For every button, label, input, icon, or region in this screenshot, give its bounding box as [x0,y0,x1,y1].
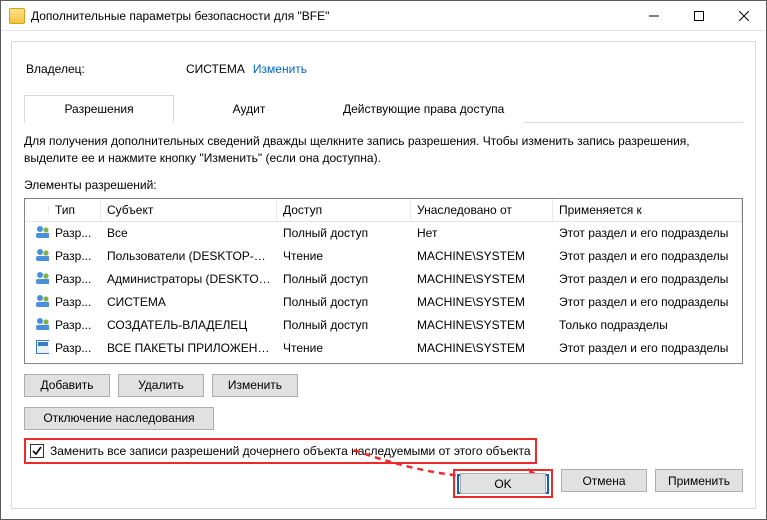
table-row[interactable]: Разр...Администраторы (DESKTOP-...Полный… [25,268,742,291]
dialog-content: Владелец: СИСТЕМА Изменить Разрешения Ау… [11,41,756,509]
row-icon [25,291,49,314]
cell-type: Разр... [49,270,101,288]
cell-subject: Все [101,224,277,242]
col-inherited[interactable]: Унаследовано от [411,199,553,221]
cell-inherited: Нет [411,224,553,242]
col-type[interactable]: Тип [49,199,101,221]
row-icon [25,337,49,360]
table-row[interactable]: Разр...ВСЕ ПАКЕТЫ ПРИЛОЖЕНИЙЧтениеMACHIN… [25,337,742,360]
cell-access: Чтение [277,339,411,357]
inherit-row: Отключение наследования [24,407,743,430]
window-title: Дополнительные параметры безопасности дл… [31,9,631,23]
cell-applies: Этот раздел и его подразделы [553,247,742,265]
cell-subject: Пользователи (DESKTOP-V5... [101,247,277,265]
replace-child-permissions-row[interactable]: Заменить все записи разрешений дочернего… [24,438,537,464]
cell-access: Полный доступ [277,270,411,288]
cell-type: Разр... [49,293,101,311]
maximize-button[interactable] [676,1,721,30]
row-icon [25,222,49,245]
tab-effective-access[interactable]: Действующие права доступа [324,95,523,123]
remove-button[interactable]: Удалить [118,374,204,397]
tab-audit[interactable]: Аудит [174,95,324,123]
cell-applies: Этот раздел и его подразделы [553,224,742,242]
edit-button[interactable]: Изменить [212,374,298,397]
tab-permissions[interactable]: Разрешения [24,95,174,123]
cell-applies: Этот раздел и его подразделы [553,270,742,288]
cell-inherited: MACHINE\SYSTEM [411,362,553,364]
cell-applies: Этот раздел и его подразделы [553,362,742,364]
owner-row: Владелец: СИСТЕМА Изменить [26,62,743,76]
change-owner-link[interactable]: Изменить [253,62,307,76]
cell-applies: Только подразделы [553,316,742,334]
cell-applies: Этот раздел и его подразделы [553,293,742,311]
permissions-grid[interactable]: Тип Субъект Доступ Унаследовано от Приме… [24,198,743,364]
grid-header: Тип Субъект Доступ Унаследовано от Приме… [25,199,742,222]
cell-access: Полный доступ [277,224,411,242]
owner-label: Владелец: [26,62,186,76]
row-icon [25,314,49,337]
cell-subject: СИСТЕМА [101,293,277,311]
apply-button[interactable]: Применить [655,469,743,492]
disable-inheritance-button[interactable]: Отключение наследования [24,407,214,430]
table-row[interactable]: Разр...СИСТЕМАПолный доступMACHINE\SYSTE… [25,291,742,314]
titlebar: Дополнительные параметры безопасности дл… [1,1,766,31]
cell-subject: ВСЕ ПАКЕТЫ ПРИЛОЖЕНИЙ [101,339,277,357]
row-icon [25,245,49,268]
cell-subject: S-1-15-3-1024-1065365936-12... [101,362,277,364]
cell-inherited: MACHINE\SYSTEM [411,270,553,288]
col-access[interactable]: Доступ [277,199,411,221]
cell-access: Полный доступ [277,316,411,334]
cell-type: Разр... [49,224,101,242]
cell-access: Полный доступ [277,293,411,311]
cell-type: Разр... [49,339,101,357]
col-applies[interactable]: Применяется к [553,199,742,221]
close-button[interactable] [721,1,766,30]
table-row[interactable]: Разр...СОЗДАТЕЛЬ-ВЛАДЕЛЕЦПолный доступMA… [25,314,742,337]
dialog-footer: OK Отмена Применить [453,469,743,498]
table-row[interactable]: Разр...ВсеПолный доступНетЭтот раздел и … [25,222,742,245]
cell-access: Чтение [277,247,411,265]
ok-highlight: OK [453,469,553,498]
ok-button[interactable]: OK [460,473,546,494]
cell-subject: СОЗДАТЕЛЬ-ВЛАДЕЛЕЦ [101,316,277,334]
table-row[interactable]: Разр...S-1-15-3-1024-1065365936-12...Чте… [25,360,742,364]
row-icon [25,268,49,291]
col-subject[interactable]: Субъект [101,199,277,221]
row-action-buttons: Добавить Удалить Изменить [24,374,743,397]
add-button[interactable]: Добавить [24,374,110,397]
instructions-text: Для получения дополнительных сведений дв… [24,133,743,168]
tabs: Разрешения Аудит Действующие права досту… [24,94,743,123]
cell-inherited: MACHINE\SYSTEM [411,247,553,265]
security-shield-icon [9,8,25,24]
cell-type: Разр... [49,362,101,364]
minimize-button[interactable] [631,1,676,30]
permissions-subheading: Элементы разрешений: [24,178,743,192]
cell-subject: Администраторы (DESKTOP-... [101,270,277,288]
replace-checkbox[interactable] [30,444,44,458]
cell-inherited: MACHINE\SYSTEM [411,339,553,357]
cell-applies: Этот раздел и его подразделы [553,339,742,357]
cancel-button[interactable]: Отмена [561,469,647,492]
owner-value: СИСТЕМА [186,62,245,76]
row-icon [25,360,49,364]
cell-type: Разр... [49,316,101,334]
cell-access: Чтение [277,362,411,364]
table-row[interactable]: Разр...Пользователи (DESKTOP-V5...Чтение… [25,245,742,268]
cell-inherited: MACHINE\SYSTEM [411,316,553,334]
cell-inherited: MACHINE\SYSTEM [411,293,553,311]
window-buttons [631,1,766,30]
cell-type: Разр... [49,247,101,265]
replace-checkbox-label: Заменить все записи разрешений дочернего… [50,444,531,458]
